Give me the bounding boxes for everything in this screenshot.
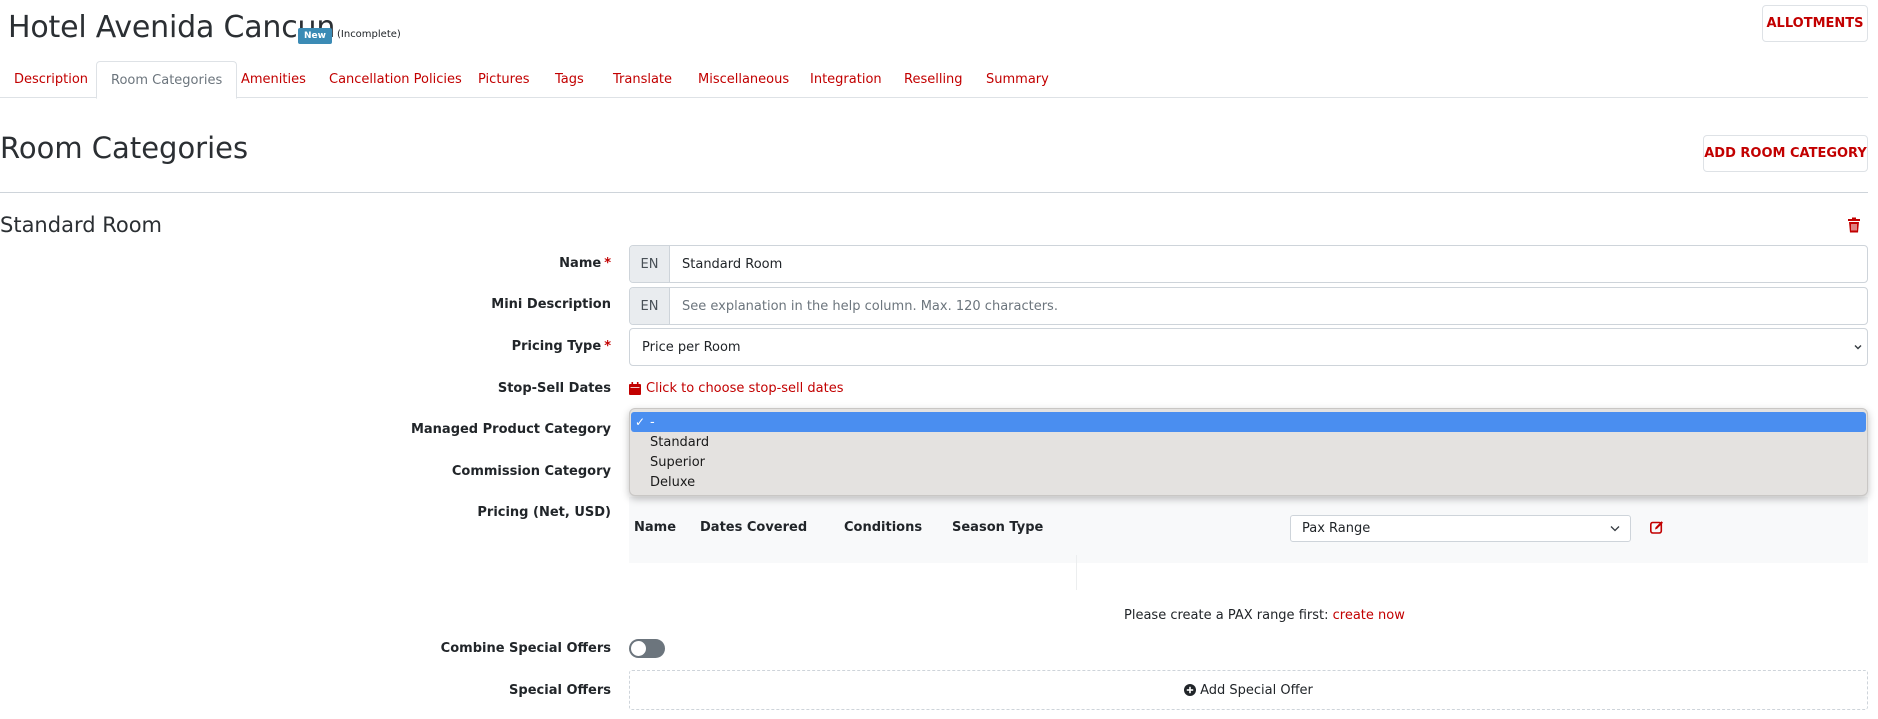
mini-description-field-group: EN <box>629 287 1868 325</box>
name-lang-addon: EN <box>630 246 670 282</box>
column-header-conditions: Conditions <box>844 520 923 535</box>
pricing-label: Pricing (Net, USD) <box>477 505 611 520</box>
pricing-divider <box>1076 555 1077 590</box>
managed-category-label: Managed Product Category <box>410 422 611 437</box>
tab-integration[interactable]: Integration <box>796 61 896 98</box>
new-badge: New <box>298 28 332 44</box>
stop-sell-label: Stop-Sell Dates <box>497 381 611 396</box>
dropdown-option[interactable]: Standard <box>631 432 1866 452</box>
special-offers-label: Special Offers <box>509 683 611 698</box>
tab-summary[interactable]: Summary <box>972 61 1063 98</box>
stop-sell-link[interactable]: Click to choose stop-sell dates <box>629 381 843 396</box>
combine-offers-toggle[interactable] <box>629 639 665 658</box>
pax-range-message: Please create a PAX range first: create … <box>1124 608 1405 623</box>
status-note: (Incomplete) <box>337 29 401 40</box>
pricing-type-select[interactable]: Price per Room <box>629 328 1868 366</box>
dropdown-option[interactable]: Deluxe <box>631 472 1866 492</box>
calendar-icon <box>629 382 641 395</box>
pricing-type-label: Pricing Type * <box>511 339 611 354</box>
page-title: Room Categories <box>0 131 249 165</box>
add-special-offer-label: Add Special Offer <box>1200 682 1313 698</box>
pricing-table-gap <box>1076 563 1868 591</box>
chevron-down-icon <box>1610 526 1620 532</box>
managed-category-dropdown[interactable]: ✓ - Standard Superior Deluxe <box>629 408 1868 496</box>
mini-description-input[interactable] <box>670 288 1867 324</box>
plus-circle-icon <box>1184 684 1197 696</box>
column-header-dates: Dates Covered <box>700 520 808 535</box>
trash-icon[interactable] <box>1847 217 1861 233</box>
room-title: Standard Room <box>0 213 163 237</box>
column-header-name: Name <box>634 520 677 535</box>
tab-cancellation-policies[interactable]: Cancellation Policies <box>315 61 476 98</box>
mini-description-lang-addon: EN <box>630 288 670 324</box>
checkmark-icon: ✓ <box>635 415 646 429</box>
dropdown-option[interactable]: Superior <box>631 452 1866 472</box>
tab-room-categories[interactable]: Room Categories <box>96 61 238 99</box>
stop-sell-link-text: Click to choose stop-sell dates <box>646 381 844 396</box>
pax-range-value: Pax Range <box>1302 521 1371 536</box>
add-special-offer-button[interactable]: Add Special Offer <box>629 670 1868 710</box>
commission-category-label: Commission Category <box>451 464 611 479</box>
mini-description-label: Mini Description <box>491 297 611 312</box>
tab-translate[interactable]: Translate <box>599 61 686 98</box>
tab-amenities[interactable]: Amenities <box>227 61 320 98</box>
tab-description[interactable]: Description <box>0 61 102 98</box>
combine-offers-label: Combine Special Offers <box>440 641 611 656</box>
pricing-type-value: Price per Room <box>642 339 741 355</box>
pricing-table-header <box>629 497 1868 563</box>
name-field-group: EN <box>629 245 1868 283</box>
create-now-link[interactable]: create now <box>1333 608 1405 623</box>
pax-range-select[interactable]: Pax Range <box>1290 515 1631 542</box>
edit-icon[interactable] <box>1650 520 1664 534</box>
hotel-title: Hotel Avenida Cancun <box>8 10 336 45</box>
name-label: Name * <box>559 256 611 271</box>
allotments-button[interactable]: ALLOTMENTS <box>1762 5 1868 42</box>
tab-miscellaneous[interactable]: Miscellaneous <box>684 61 803 98</box>
tab-pictures[interactable]: Pictures <box>464 61 543 98</box>
toggle-knob <box>631 641 646 656</box>
tab-tags[interactable]: Tags <box>541 61 598 98</box>
column-header-season-type: Season Type <box>952 520 1044 535</box>
name-input[interactable] <box>670 246 1867 282</box>
tab-bar: Description Room Categories Amenities Ca… <box>0 61 1868 99</box>
divider <box>0 192 1868 193</box>
dropdown-option[interactable]: ✓ - <box>631 412 1866 432</box>
tab-reselling[interactable]: Reselling <box>890 61 977 98</box>
chevron-down-icon <box>1854 345 1862 350</box>
add-room-category-button[interactable]: ADD ROOM CATEGORY <box>1703 135 1868 172</box>
